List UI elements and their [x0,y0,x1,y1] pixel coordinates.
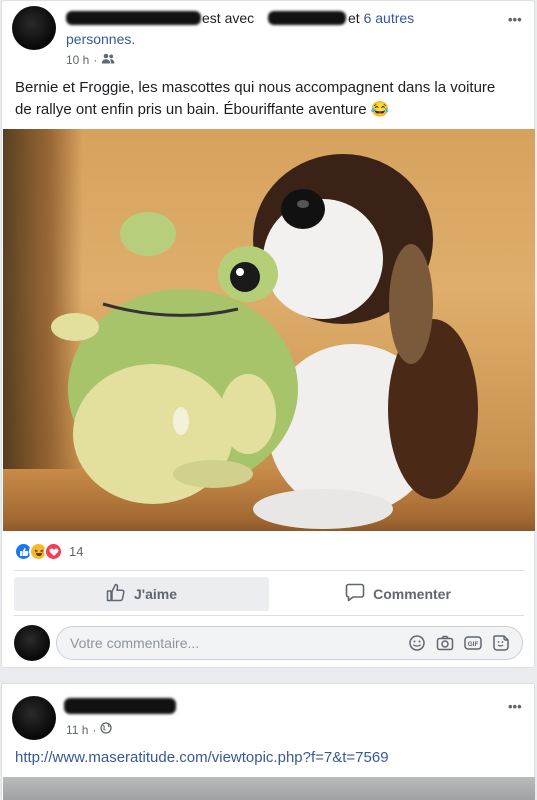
others-link[interactable]: 6 autres [364,10,415,26]
redacted-author-name [66,11,201,25]
post-time[interactable]: 10 h [66,53,89,67]
sticker-icon[interactable] [492,634,510,652]
meta-separator: · [93,53,98,67]
reactions-summary[interactable]: 14 [14,542,83,561]
redacted-tagged-name [268,11,346,25]
camera-icon[interactable] [436,634,454,652]
post-meta: 11 h · [66,722,113,737]
post-time[interactable]: 11 h [66,723,88,737]
gif-icon[interactable]: GIF [464,634,482,652]
post-meta: 10 h · [66,53,115,67]
thumbs-up-icon [106,583,126,605]
redacted-author-name [64,698,176,714]
friends-icon[interactable] [101,53,115,67]
post-options-button[interactable]: ••• [508,700,522,713]
with-text: est avec [202,10,255,26]
post-header-line1: est avec [202,9,254,28]
emoji-icon[interactable] [408,634,426,652]
post-link[interactable]: http://www.maseratitude.com/viewtopic.ph… [15,749,389,766]
like-button[interactable]: J'aime [14,577,269,611]
author-avatar[interactable] [12,6,56,50]
post-header-line1b: et 6 autres [348,9,414,28]
like-label: J'aime [133,586,178,602]
post-photo[interactable] [3,129,535,531]
link-preview-image[interactable] [3,777,535,800]
globe-icon[interactable] [100,722,113,737]
plush-toys-illustration [51,154,478,529]
author-avatar[interactable] [12,696,56,740]
people-link[interactable]: personnes. [66,30,135,49]
comment-input-box[interactable]: GIF [56,626,523,660]
comment-bubble-icon [345,583,365,605]
comment-input-icons: GIF [408,634,510,652]
meta-separator: · [92,722,97,737]
actions-divider [14,615,524,616]
reaction-count[interactable]: 14 [69,544,83,559]
love-reaction-icon [44,542,63,561]
and-text: et [348,10,360,26]
post-card: 11 h · ••• http://www.maseratitude.com/v… [1,683,535,800]
post-options-button[interactable]: ••• [508,13,522,26]
reactions-divider [14,570,524,571]
post-card: est avec et 6 autres personnes. 10 h · •… [1,0,535,668]
post-text: Bernie et Froggie, les mascottes qui nou… [15,79,496,118]
svg-text:GIF: GIF [468,641,479,648]
comment-label: Commenter [373,586,451,602]
commenter-avatar[interactable] [14,625,50,661]
comment-button[interactable]: Commenter [272,577,524,611]
comment-input[interactable] [70,635,390,651]
